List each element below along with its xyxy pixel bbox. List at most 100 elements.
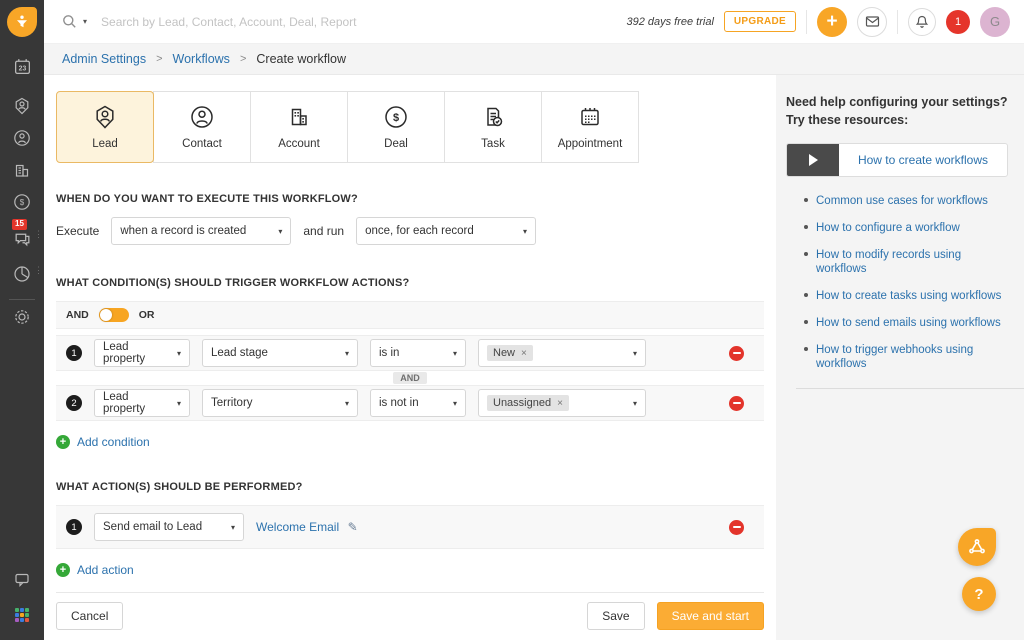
sidebar-item-leads[interactable]	[0, 91, 44, 121]
drag-handle-icon[interactable]: ⋮	[34, 266, 42, 275]
help-panel-heading: Need help configuring your settings? Try…	[786, 93, 1008, 129]
value-chip: New ×	[487, 345, 533, 361]
notification-count-badge[interactable]: 1	[946, 10, 970, 34]
topbar-divider	[897, 10, 898, 34]
workflow-editor: Lead Contact	[44, 75, 776, 640]
help-link[interactable]: How to create tasks using workflows	[816, 290, 1001, 302]
user-avatar[interactable]: G	[980, 7, 1010, 37]
help-link-item: How to create tasks using workflows	[804, 288, 1008, 302]
drag-handle-icon[interactable]: ⋮	[34, 230, 42, 239]
gear-icon	[13, 308, 31, 326]
sidebar-item-analytics[interactable]: ⋮	[0, 259, 44, 289]
breadcrumb-admin-settings[interactable]: Admin Settings	[62, 52, 146, 66]
help-button[interactable]: ?	[962, 577, 996, 611]
add-action-link[interactable]: + Add action	[56, 563, 134, 577]
chevron-down-icon: ▾	[223, 523, 235, 532]
remove-action-button[interactable]	[729, 520, 744, 535]
sidebar-item-deals[interactable]: $	[0, 187, 44, 217]
email-button[interactable]	[857, 7, 887, 37]
sidebar-item-conversations[interactable]: 15 ⋮	[0, 223, 44, 253]
condition-operator-select[interactable]: is not in ▾	[370, 389, 466, 417]
breadcrumb-workflows[interactable]: Workflows	[173, 52, 230, 66]
condition-value-multiselect[interactable]: New × ▾	[478, 339, 646, 367]
actions-section-title: WHAT ACTION(S) SHOULD BE PERFORMED?	[56, 481, 764, 493]
app-grid-icon	[15, 608, 29, 622]
video-thumbnail[interactable]	[787, 143, 839, 177]
condition-connector: AND	[56, 371, 764, 385]
save-and-start-button[interactable]: Save and start	[657, 602, 764, 630]
lead-hexagon-person-icon	[92, 104, 118, 130]
entity-card-account[interactable]: Account	[250, 91, 348, 163]
sidebar-item-settings[interactable]	[0, 302, 44, 332]
help-link[interactable]: How to send emails using workflows	[816, 317, 1001, 329]
chip-remove-icon[interactable]: ×	[521, 348, 527, 359]
chat-bubble-icon	[13, 570, 31, 588]
and-or-toggle-bar: AND OR	[56, 301, 764, 329]
envelope-icon	[865, 14, 880, 29]
sidebar-item-support-chat[interactable]	[0, 564, 44, 594]
plus-icon: +	[826, 12, 837, 31]
trigger-select-value: when a record is created	[120, 225, 246, 237]
help-link[interactable]: Common use cases for workflows	[816, 195, 988, 207]
condition-field-select[interactable]: Territory ▾	[202, 389, 358, 417]
breadcrumb-current: Create workflow	[256, 52, 346, 66]
help-link[interactable]: How to trigger webhooks using workflows	[816, 344, 973, 370]
entity-card-contact[interactable]: Contact	[153, 91, 251, 163]
condition-value-multiselect[interactable]: Unassigned × ▾	[478, 389, 646, 417]
remove-condition-button[interactable]	[729, 346, 744, 361]
chevron-down-icon: ▾	[169, 349, 181, 358]
help-video-card[interactable]: How to create workflows	[786, 143, 1008, 177]
action-row: 1 Send email to Lead ▾ Welcome Email ✎	[56, 505, 764, 549]
edit-pencil-icon[interactable]: ✎	[348, 520, 358, 534]
help-video-link[interactable]: How to create workflows	[839, 153, 1007, 167]
trigger-select[interactable]: when a record is created ▾	[111, 217, 291, 245]
condition-field-type-select[interactable]: Lead property ▾	[94, 339, 190, 367]
search-icon[interactable]	[62, 14, 77, 29]
condition-field-select[interactable]: Lead stage ▾	[202, 339, 358, 367]
whats-new-button[interactable]	[908, 8, 936, 36]
add-condition-link[interactable]: + Add condition	[56, 435, 150, 449]
and-or-toggle[interactable]	[99, 308, 129, 322]
analytics-pie-icon	[13, 265, 31, 283]
condition-operator-select[interactable]: is in ▾	[370, 339, 466, 367]
chip-remove-icon[interactable]: ×	[557, 398, 563, 409]
run-frequency-select[interactable]: once, for each record ▾	[356, 217, 536, 245]
condition-field-type-select[interactable]: Lead property ▾	[94, 389, 190, 417]
action-type-select[interactable]: Send email to Lead ▾	[94, 513, 244, 541]
freddy-ai-button[interactable]	[958, 528, 996, 566]
email-template-link[interactable]: Welcome Email	[256, 520, 339, 534]
save-button[interactable]: Save	[587, 602, 644, 630]
search-scope-caret-icon[interactable]: ▾	[83, 17, 87, 26]
entity-selector: Lead Contact	[56, 91, 764, 163]
upgrade-button[interactable]: UPGRADE	[724, 11, 796, 32]
execute-label: Execute	[56, 224, 99, 238]
condition-row: 2 Lead property ▾ Territory ▾ is not in …	[56, 385, 764, 421]
remove-condition-button[interactable]	[729, 396, 744, 411]
freshsales-logo[interactable]	[7, 7, 37, 37]
help-link[interactable]: How to configure a workflow	[816, 222, 960, 234]
entity-card-task[interactable]: Task	[444, 91, 542, 163]
sidebar-item-calendar[interactable]: 23	[0, 51, 44, 81]
entity-card-deal[interactable]: $ Deal	[347, 91, 445, 163]
sidebar-item-app-switcher[interactable]	[0, 600, 44, 630]
entity-card-appointment[interactable]: Appointment	[541, 91, 639, 163]
editor-footer: Cancel Save Save and start	[56, 592, 764, 640]
entity-card-lead[interactable]: Lead	[56, 91, 154, 163]
conversations-icon	[13, 229, 32, 248]
triangle-network-icon	[967, 537, 987, 557]
chevron-down-icon: ▾	[625, 349, 637, 358]
calendar-day: 23	[18, 65, 26, 72]
cancel-button[interactable]: Cancel	[56, 602, 123, 630]
sidebar-item-contacts[interactable]	[0, 123, 44, 153]
value-chip: Unassigned ×	[487, 395, 569, 411]
deal-dollar-icon: $	[383, 104, 409, 130]
quick-add-button[interactable]: +	[817, 7, 847, 37]
lead-hexagon-person-icon	[13, 97, 31, 115]
sidebar-item-accounts[interactable]	[0, 155, 44, 185]
plus-circle-icon: +	[56, 563, 70, 577]
help-link[interactable]: How to modify records using workflows	[816, 249, 961, 275]
global-search-input[interactable]	[101, 15, 441, 29]
help-panel-divider	[796, 388, 1024, 389]
condition-number-badge: 2	[66, 395, 82, 411]
entity-card-label: Lead	[92, 138, 118, 150]
